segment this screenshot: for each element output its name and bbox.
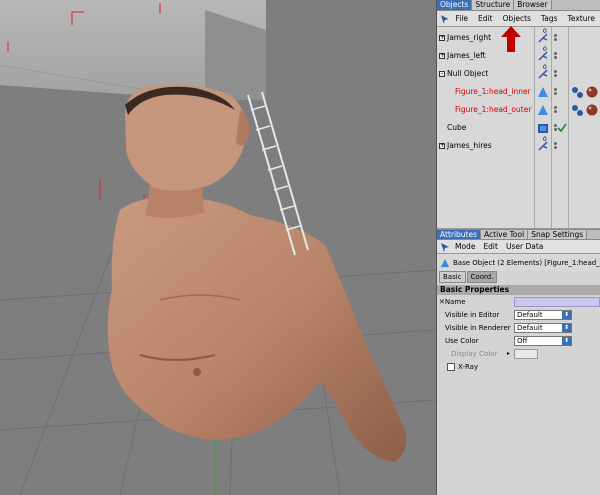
managers-panel: Objects Structure Browser File Edit Obje…: [436, 0, 600, 495]
use-color-property: Use Color Off ⬍: [437, 334, 600, 347]
tab-objects[interactable]: Objects: [437, 0, 473, 10]
attributes-menubar: Mode Edit User Data: [437, 240, 600, 254]
expand-triangle-icon[interactable]: ▸: [507, 350, 510, 357]
layer-value: 0: [543, 136, 547, 143]
object-name: Figure_1:head_inner: [455, 87, 531, 96]
section-title: Basic Properties: [437, 285, 600, 295]
list-item[interactable]: - Null Object 0: [437, 64, 600, 82]
object-name: Cube: [447, 123, 467, 132]
texture-tag-icon[interactable]: [571, 86, 583, 98]
cube-icon: [538, 123, 548, 133]
visible-editor-select[interactable]: Default ⬍: [514, 309, 572, 320]
xray-checkbox[interactable]: [447, 362, 455, 371]
tab-browser[interactable]: Browser: [514, 0, 552, 10]
visible-editor-label: Visible in Editor: [445, 310, 500, 319]
list-item[interactable]: + James_left 0: [437, 46, 600, 64]
visibility-dots-icon[interactable]: [554, 105, 558, 114]
visibility-dots-icon[interactable]: [554, 69, 558, 78]
material-sphere-icon[interactable]: [586, 104, 598, 116]
menu-tags[interactable]: Tags: [536, 14, 563, 23]
menu-objects[interactable]: Objects: [498, 14, 536, 23]
polygon-object-icon: [538, 86, 548, 97]
collapse-icon[interactable]: -: [439, 70, 445, 77]
visibility-dots-icon[interactable]: [554, 141, 558, 150]
expand-icon[interactable]: +: [439, 34, 445, 41]
object-name: Null Object: [447, 69, 489, 78]
display-color-swatch[interactable]: [514, 348, 538, 359]
object-name: James_hires: [447, 141, 492, 150]
layer-value: 0: [543, 46, 547, 53]
object-name: James_left: [447, 51, 486, 60]
dropdown-arrow-icon: ⬍: [562, 310, 571, 319]
name-field[interactable]: [514, 296, 600, 307]
menu-mode[interactable]: Mode: [451, 242, 479, 251]
menu-file[interactable]: File: [450, 14, 473, 23]
visible-renderer-label: Visible in Renderer: [445, 323, 511, 332]
dropdown-arrow-icon: ⬍: [562, 323, 571, 332]
texture-tag-icon[interactable]: [571, 104, 583, 116]
expand-icon[interactable]: +: [439, 142, 445, 149]
enabled-check-icon[interactable]: [557, 123, 567, 133]
visible-renderer-property: Visible in Renderer Default ⬍: [437, 321, 600, 334]
name-property: ✕Name: [437, 295, 600, 308]
menu-edit[interactable]: Edit: [473, 14, 498, 23]
figure-torso: [107, 197, 407, 462]
list-item[interactable]: + James_right 0: [437, 28, 600, 46]
viewport-3d[interactable]: [0, 0, 436, 495]
display-color-property: Display Color ▸: [437, 347, 600, 360]
object-name: James_right: [447, 33, 492, 42]
visible-renderer-select[interactable]: Default ⬍: [514, 322, 572, 333]
selection-label: Base Object (2 Elements) [Figure_1:head_: [453, 258, 600, 267]
object-list: + James_right 0 + James_left 0 - Null Ob…: [437, 26, 600, 229]
tab-snap-settings[interactable]: Snap Settings: [528, 230, 588, 239]
use-color-label: Use Color: [445, 336, 479, 345]
list-item[interactable]: Figure_1:head_outer: [437, 101, 600, 118]
xray-label: X-Ray: [458, 362, 479, 371]
polygon-object-icon: [440, 258, 450, 267]
navigate-arrow-icon[interactable]: [439, 13, 450, 25]
polygon-object-icon: [538, 104, 548, 115]
list-item[interactable]: Cube: [437, 119, 600, 136]
use-color-select[interactable]: Off ⬍: [514, 335, 572, 346]
menu-edit[interactable]: Edit: [479, 242, 502, 251]
subtab-coord[interactable]: Coord.: [466, 271, 498, 283]
xray-property: X-Ray: [437, 360, 600, 373]
list-item[interactable]: Figure_1:head_inner: [437, 83, 600, 100]
expand-icon[interactable]: +: [439, 52, 445, 59]
layer-value: 0: [543, 28, 547, 35]
navigate-arrow-icon[interactable]: [439, 241, 451, 253]
menu-texture[interactable]: Texture: [563, 14, 600, 23]
cube-object: [0, 0, 266, 101]
selection-header: Base Object (2 Elements) [Figure_1:head_: [437, 254, 600, 271]
object-name: Figure_1:head_outer: [455, 105, 532, 114]
list-item[interactable]: + James_hires 0: [437, 136, 600, 154]
dropdown-arrow-icon: ⬍: [562, 336, 571, 345]
visibility-dots-icon[interactable]: [554, 87, 558, 96]
visibility-dots-icon[interactable]: [554, 33, 558, 42]
visible-editor-property: Visible in Editor Default ⬍: [437, 308, 600, 321]
tab-active-tool[interactable]: Active Tool: [481, 230, 529, 239]
tab-structure[interactable]: Structure: [472, 0, 515, 10]
subtab-basic[interactable]: Basic: [439, 271, 466, 283]
tab-attributes[interactable]: Attributes: [437, 230, 482, 239]
viewport-scene: [0, 0, 436, 495]
layer-value: 0: [543, 64, 547, 71]
display-color-label: Display Color: [451, 349, 498, 358]
attribute-subtabs: Basic Coord.: [437, 271, 600, 283]
name-label: ✕Name: [439, 297, 466, 306]
menu-user-data[interactable]: User Data: [502, 242, 547, 251]
visibility-dots-icon[interactable]: [554, 51, 558, 60]
material-sphere-icon[interactable]: [586, 86, 598, 98]
objects-manager-tabs: Objects Structure Browser: [437, 0, 600, 11]
attributes-manager-tabs: Attributes Active Tool Snap Settings: [437, 229, 600, 240]
objects-menubar: File Edit Objects Tags Texture: [437, 11, 600, 27]
